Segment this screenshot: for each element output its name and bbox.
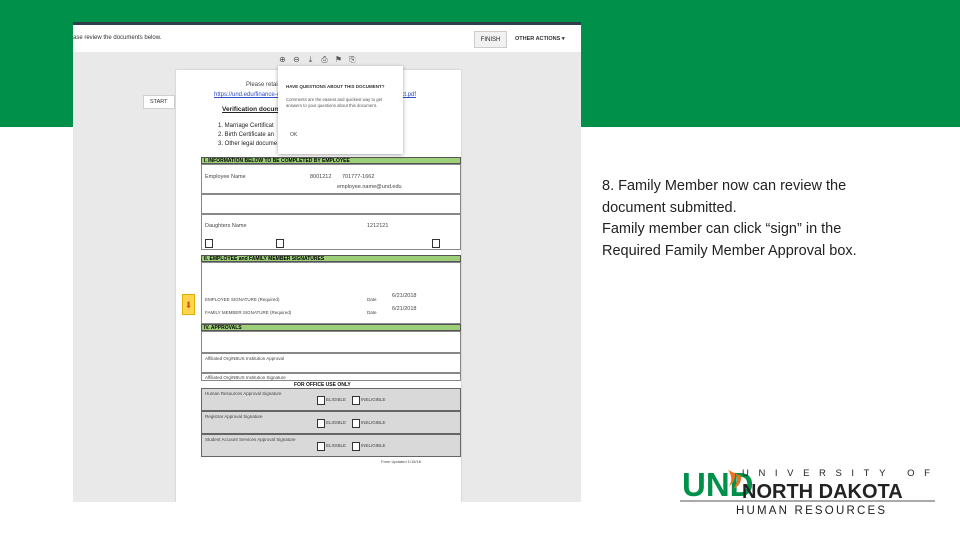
start-tab[interactable]: START [143,95,175,109]
flag-icon[interactable]: ⚑ [334,55,343,65]
caption-line: Required Family Member Approval box. [602,242,857,259]
download-icon[interactable]: ⤓ [306,55,315,65]
print-icon[interactable]: ⎙ [320,55,329,65]
employee-signature-label: EMPLOYEE SIGNATURE (Required) [205,297,280,302]
ineligible-label: INELIGIBLE [361,397,386,402]
approval-box [201,331,461,353]
list-item: 2. Birth Certificate an [218,132,275,138]
approval-box: Affiliated Org/NBUS Institution Signatur… [201,373,461,381]
office-use-row: Registrar Approval Signature ELIGIBLE IN… [201,411,461,434]
date-label: Date [367,310,377,315]
eligible-label: ELIGIBLE [326,443,347,448]
approval-label: Affiliated Org/NBUS Institution Approval [205,356,284,361]
employee-name-field: Employee Name [205,174,246,180]
questions-popup: HAVE QUESTIONS ABOUT THIS DOCUMENT? Comm… [278,66,403,154]
section-approvals-header: IV. APPROVALS [201,324,461,331]
signatures-box: EMPLOYEE SIGNATURE (Required) Date 6/21/… [201,262,461,324]
logo-north-dakota: NORTH DAKOTA [742,481,903,503]
popup-title: HAVE QUESTIONS ABOUT THIS DOCUMENT? [286,84,385,89]
eligible-checkbox [317,442,325,451]
list-item: 1. Marriage Certificat [218,123,274,129]
logo-human-resources: HUMAN RESOURCES [736,505,887,517]
office-use-row: Human Resources Approval Signature ELIGI… [201,388,461,411]
list-item: 3. Other legal docume [218,141,278,147]
verification-heading: Verification docume [222,106,284,113]
sign-here-tag[interactable]: ⬇ [182,294,195,315]
ineligible-label: INELIGIBLE [361,420,386,425]
ineligible-checkbox [352,419,360,428]
section-info-header: I. INFORMATION BELOW TO BE COMPLETED BY … [201,157,461,164]
registrar-approval-label: Registrar Approval Signature [205,414,263,419]
checkbox [276,239,284,248]
logo-university-of: UNIVERSITY OF [742,468,939,479]
employee-sign-date: 6/21/2018 [392,293,417,299]
other-actions-menu[interactable]: OTHER ACTIONS ▾ [515,36,565,42]
date-label: Date [367,297,377,302]
und-logo: UND UNIVERSITY OF NORTH DAKOTA HUMAN RES… [680,466,939,517]
sign-arrow-icon: ⬇ [184,300,193,310]
caption-line: document submitted. [602,199,737,216]
signing-toolbar: ase review the documents below. FINISH O… [73,22,581,52]
finish-button[interactable]: FINISH [474,31,507,48]
section-signatures-header: II. EMPLOYEE and FAMILY MEMBER SIGNATURE… [201,255,461,262]
employee-info-box: Employee Name 8001212 701777-1662 employ… [201,164,461,194]
zoom-out-icon[interactable]: ⊖ [292,55,301,65]
eligible-label: ELIGIBLE [326,397,347,402]
emp-id-field: 8001212 [310,174,332,180]
policy-link[interactable]: https://und.edu/finance-ope [214,92,287,98]
student-id-field: 1212121 [367,223,389,229]
form-footer: Form Updated 1/15/18 [381,459,422,464]
popup-body: Comments are the easiest and quickest wa… [286,97,383,108]
caption-line: 8. Family Member now can review the [602,178,847,194]
eligible-checkbox [317,396,325,405]
document-viewer-screenshot: ase review the documents below. FINISH O… [73,22,581,502]
family-sign-date: 6/21/2018 [392,306,417,312]
employer-box [201,194,461,214]
ineligible-label: INELIGIBLE [361,443,386,448]
eligible-checkbox [317,419,325,428]
approval-box: Affiliated Org/NBUS Institution Approval [201,353,461,373]
sas-approval-label: Student Account Services Approval Signat… [205,437,296,442]
checkbox [205,239,213,248]
ineligible-checkbox [352,442,360,451]
eligible-label: ELIGIBLE [326,420,347,425]
ineligible-checkbox [352,396,360,405]
student-box: Daughters Name 1212121 [201,214,461,250]
zoom-in-icon[interactable]: ⊕ [278,55,287,65]
office-use-row: Student Account Services Approval Signat… [201,434,461,457]
email-field: employee.name@und.edu [337,184,402,190]
daughter-name-field: Daughters Name [205,223,247,229]
instruction-caption: 8. Family Member now can review the docu… [602,176,922,262]
approval-label: Affiliated Org/NBUS Institution Signatur… [205,375,286,380]
checkbox [432,239,440,248]
hr-approval-label: Human Resources Approval Signature [205,391,282,396]
attachment-icon[interactable]: ⎘ [348,55,357,65]
toolbar-message: ase review the documents below. [73,35,162,41]
popup-ok-button[interactable]: OK [290,132,297,138]
viewer-icon-bar: ⊕ ⊖ ⤓ ⎙ ⚑ ⎘ [278,55,357,65]
phone-field: 701777-1662 [342,174,375,180]
caption-line: Family member can click “sign” in the [602,221,842,237]
family-signature-label: FAMILY MEMBER SIGNATURE (Required) [205,310,292,315]
